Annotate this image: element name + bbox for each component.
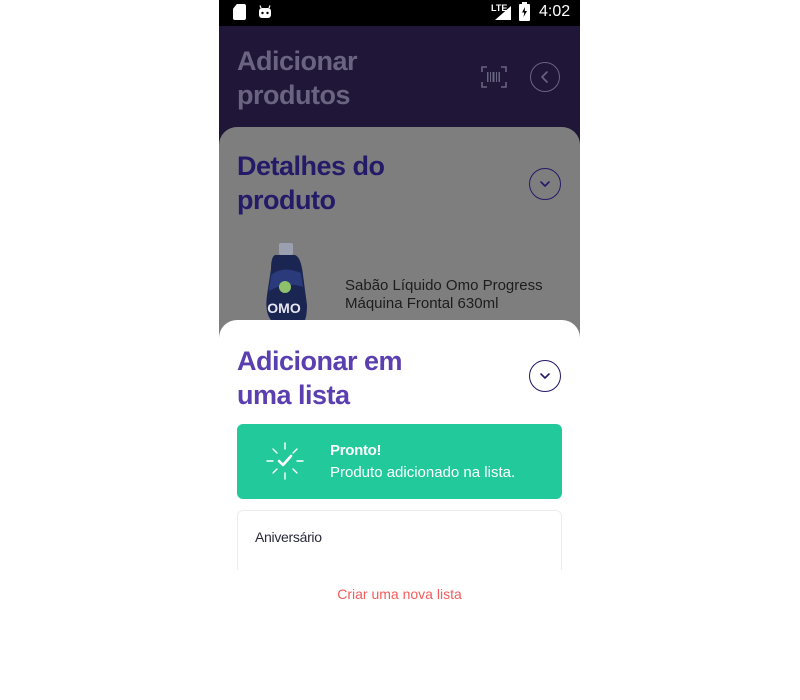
android-icon: [259, 5, 271, 18]
sparkle-check-icon: [266, 442, 304, 480]
collapse-sheet-button[interactable]: [529, 360, 561, 392]
page-title: Adicionar produtos: [237, 46, 358, 110]
barcode-scan-icon[interactable]: [481, 66, 507, 88]
signal-icon: [495, 6, 511, 20]
list-item[interactable]: Aniversário: [237, 510, 562, 570]
battery-icon: [519, 2, 530, 21]
chevron-down-icon: [540, 373, 550, 379]
chevron-down-icon: [540, 181, 550, 187]
product-name: Sabão Líquido Omo Progress Máquina Front…: [345, 277, 543, 312]
back-button[interactable]: [530, 62, 560, 92]
back-arrow-icon: [541, 71, 548, 83]
phone-screen: LTE 4:02 Adicionar produtos Detalhes do …: [219, 0, 580, 700]
sd-card-icon: [233, 4, 246, 20]
status-clock: 4:02: [539, 3, 571, 20]
add-to-list-sheet: Adicionar em uma lista Pronto! Produto a…: [219, 320, 580, 700]
success-banner: Pronto! Produto adicionado na lista.: [237, 424, 562, 499]
product-image: OMO: [266, 243, 307, 325]
list-item-label: Aniversário: [255, 529, 322, 545]
create-new-list-link[interactable]: Criar uma nova lista: [219, 586, 580, 602]
success-title: Pronto!: [330, 442, 382, 459]
success-message: Produto adicionado na lista.: [330, 464, 516, 481]
product-brand-text: OMO: [267, 300, 301, 316]
product-details-title: Detalhes do produto: [237, 151, 385, 215]
collapse-details-button[interactable]: [529, 168, 561, 200]
add-to-list-title: Adicionar em uma lista: [237, 346, 403, 410]
status-bar: LTE 4:02: [219, 0, 580, 26]
